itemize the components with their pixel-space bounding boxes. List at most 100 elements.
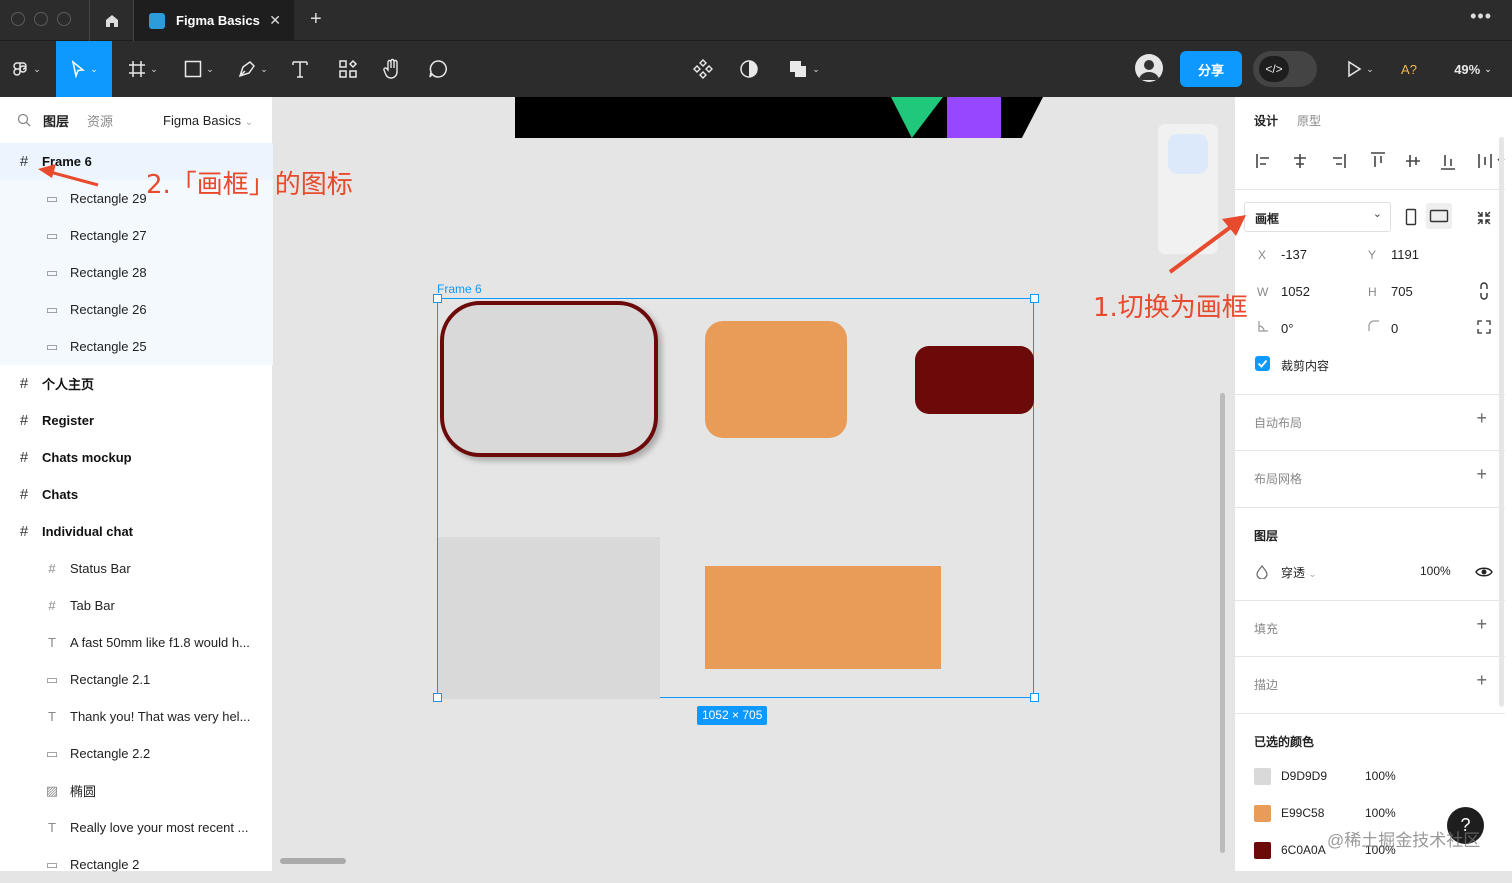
clip-content-checkbox[interactable] [1255, 356, 1270, 371]
resize-to-fit-icon[interactable] [1476, 210, 1492, 226]
color-hex[interactable]: 6C0A0A [1281, 843, 1326, 857]
layer-item[interactable]: T Really love your most recent ... [0, 809, 273, 846]
minimize-window-icon[interactable] [34, 12, 48, 26]
canvas[interactable]: Frame 6 1052 × 705 [273, 97, 1234, 871]
main-menu-button[interactable]: ⌄ [0, 41, 54, 97]
y-input[interactable]: 1191 [1391, 247, 1419, 262]
layer-item[interactable]: T Thank you! That was very hel... [0, 698, 273, 735]
rectangle-28[interactable] [915, 346, 1034, 414]
resize-handle-br[interactable] [1030, 693, 1039, 702]
landscape-button[interactable] [1426, 203, 1452, 229]
independent-corners-icon[interactable] [1477, 320, 1491, 334]
move-tool-button[interactable]: ⌄ [56, 41, 112, 97]
eye-icon[interactable] [1475, 565, 1493, 579]
maximize-window-icon[interactable] [57, 12, 71, 26]
boolean-button[interactable]: ⌄ [784, 41, 824, 97]
present-button[interactable]: ⌄ [1340, 41, 1380, 97]
layer-item[interactable]: T A fast 50mm like f1.8 would h... [0, 624, 273, 661]
text-tool-button[interactable] [286, 41, 314, 97]
layer-item[interactable]: ▨ 椭圆 [0, 772, 273, 809]
tab-design[interactable]: 设计 [1254, 112, 1278, 129]
right-panel-scrollbar[interactable] [1499, 137, 1504, 707]
color-swatch[interactable] [1254, 768, 1271, 785]
text-icon: T [48, 820, 56, 835]
layer-item[interactable]: ▭ Rectangle 26 [0, 291, 273, 328]
comment-tool-button[interactable] [424, 41, 452, 97]
more-options-icon[interactable]: ••• [1470, 6, 1492, 27]
radius-input[interactable]: 0 [1391, 321, 1398, 336]
resize-handle-tl[interactable] [433, 294, 442, 303]
avatar[interactable] [1135, 54, 1163, 82]
layer-item[interactable]: ▭ Rectangle 2 [0, 846, 273, 883]
clip-content-label: 裁剪内容 [1281, 359, 1330, 373]
share-button[interactable]: 分享 [1180, 51, 1242, 87]
pen-tool-button[interactable]: ⌄ [230, 41, 276, 97]
close-window-icon[interactable] [11, 12, 25, 26]
components-button[interactable] [690, 41, 716, 97]
layer-item[interactable]: ▭ Rectangle 28 [0, 254, 273, 291]
font-missing-indicator[interactable]: A? [1398, 41, 1420, 97]
add-stroke-icon[interactable]: + [1476, 670, 1487, 691]
search-icon[interactable] [17, 113, 31, 127]
layer-item[interactable]: ▭ Rectangle 2.2 [0, 735, 273, 772]
alignment-toolbar[interactable] [1249, 149, 1505, 173]
rectangle-29[interactable] [440, 301, 658, 457]
layer-item[interactable]: # Individual chat [0, 513, 273, 550]
horizontal-scrollbar[interactable] [280, 858, 346, 864]
rotation-input[interactable]: 0° [1281, 321, 1293, 336]
mask-button[interactable] [736, 41, 762, 97]
layer-item[interactable]: ▭ Rectangle 27 [0, 217, 273, 254]
width-input[interactable]: 1052 [1281, 284, 1310, 299]
rectangle-icon: ▭ [45, 190, 59, 206]
color-hex[interactable]: E99C58 [1281, 806, 1324, 820]
layer-item[interactable]: ▭ Rectangle 25 [0, 328, 273, 365]
rectangle-icon: ▭ [45, 227, 59, 243]
layer-item[interactable]: # Tab Bar [0, 587, 273, 624]
resize-handle-bl[interactable] [433, 693, 442, 702]
layer-name: 个人主页 [42, 377, 95, 392]
add-fill-icon[interactable]: + [1476, 614, 1487, 635]
blend-mode-select[interactable]: 穿透 ⌄ [1281, 564, 1317, 581]
page-selector[interactable]: Figma Basics ⌄ [163, 113, 253, 128]
layer-item[interactable]: ▭ Rectangle 2.1 [0, 661, 273, 698]
portrait-icon[interactable] [1405, 208, 1417, 226]
layer-item[interactable]: # Chats [0, 476, 273, 513]
tab-prototype[interactable]: 原型 [1297, 112, 1321, 129]
close-tab-icon[interactable]: ✕ [269, 12, 281, 29]
add-auto-layout-icon[interactable]: + [1476, 408, 1487, 429]
color-swatch[interactable] [1254, 842, 1271, 859]
constrain-proportions-icon[interactable] [1478, 281, 1490, 301]
resources-button[interactable] [334, 41, 362, 97]
layer-item[interactable]: # Status Bar [0, 550, 273, 587]
tab-assets[interactable]: 资源 [87, 111, 113, 130]
hand-tool-button[interactable] [378, 41, 406, 97]
rectangle-27[interactable] [705, 321, 847, 438]
layer-item[interactable]: # Register [0, 402, 273, 439]
color-opacity[interactable]: 100% [1365, 806, 1396, 820]
height-input[interactable]: 705 [1391, 284, 1413, 299]
dev-mode-toggle[interactable]: </> [1253, 51, 1317, 87]
color-hex[interactable]: D9D9D9 [1281, 769, 1327, 783]
shape-tool-button[interactable]: ⌄ [176, 41, 222, 97]
frame-label[interactable]: Frame 6 [437, 282, 482, 296]
add-layout-grid-icon[interactable]: + [1476, 464, 1487, 485]
rectangle-25[interactable] [705, 566, 941, 669]
vertical-scrollbar[interactable] [1220, 393, 1225, 853]
layer-item[interactable]: # Chats mockup [0, 439, 273, 476]
file-tab[interactable]: Figma Basics ✕ [134, 0, 294, 41]
color-opacity[interactable]: 100% [1365, 769, 1396, 783]
layer-item[interactable]: # 个人主页 [0, 365, 273, 402]
layer-opacity-input[interactable]: 100% [1420, 564, 1451, 578]
frame-tool-button[interactable]: ⌄ [120, 41, 166, 97]
tab-layers[interactable]: 图层 [43, 111, 69, 130]
zoom-control[interactable]: 49% ⌄ [1448, 41, 1498, 97]
resize-handle-tr[interactable] [1030, 294, 1039, 303]
frame-type-select[interactable]: 画框 ⌄ [1244, 202, 1391, 232]
home-button[interactable] [89, 0, 134, 41]
color-swatch[interactable] [1254, 805, 1271, 822]
new-tab-button[interactable]: + [310, 8, 322, 31]
pen-icon [239, 61, 256, 78]
x-input[interactable]: -137 [1281, 247, 1307, 262]
frame-6[interactable] [437, 298, 1034, 699]
rectangle-26[interactable] [438, 537, 660, 699]
